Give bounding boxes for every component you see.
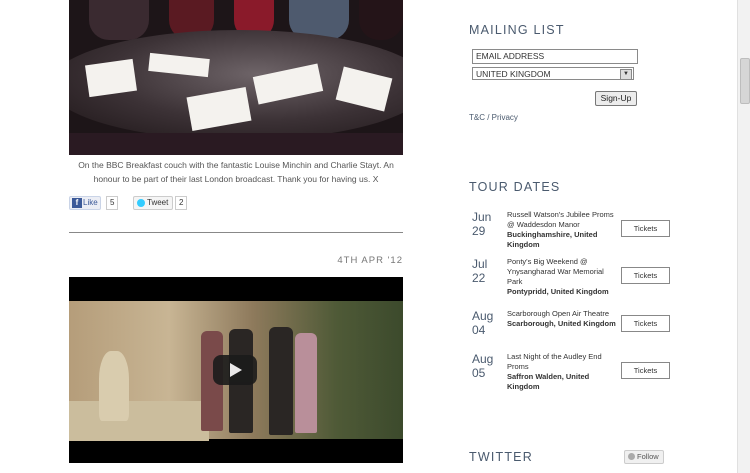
video-play-button[interactable] [213, 355, 257, 385]
page-scrollbar[interactable] [737, 0, 750, 473]
tour-event-name: Russell Watson's Jubilee Proms @ Waddesd… [507, 210, 614, 229]
tickets-button[interactable]: Tickets [621, 267, 670, 284]
tickets-button[interactable]: Tickets [621, 362, 670, 379]
tour-dates-heading: TOUR DATES [469, 180, 561, 194]
twitter-follow-button[interactable]: Follow [624, 450, 664, 464]
tickets-button[interactable]: Tickets [621, 315, 670, 332]
tickets-button[interactable]: Tickets [621, 220, 670, 237]
tour-location: Buckinghamshire, United Kingdom [507, 230, 598, 249]
post-photo-bbc-couch [69, 0, 403, 155]
signup-button[interactable]: Sign-Up [595, 91, 637, 106]
tour-event-info: Scarborough Open Air Theatre Scarborough,… [507, 309, 617, 329]
tour-event-name: Scarborough Open Air Theatre [507, 309, 610, 318]
tour-date: Jul 22 [472, 257, 488, 285]
tour-date: Jun 29 [472, 210, 492, 238]
tour-location: Scarborough, United Kingdom [507, 319, 616, 328]
email-input[interactable]: EMAIL ADDRESS [472, 49, 638, 64]
country-select[interactable]: UNITED KINGDOM ▼ [472, 67, 634, 80]
tour-event-info: Russell Watson's Jubilee Proms @ Waddesd… [507, 210, 617, 250]
tour-event-info: Ponty's Big Weekend @ Ynysangharad War M… [507, 257, 617, 297]
tour-event-name: Last Night of the Audley End Proms [507, 352, 602, 371]
tc-privacy-link[interactable]: T&C / Privacy [469, 113, 518, 122]
tour-location: Saffron Walden, United Kingdom [507, 372, 590, 391]
facebook-like-button[interactable]: f Like [69, 196, 101, 210]
facebook-icon: f [72, 198, 82, 208]
tour-event-name: Ponty's Big Weekend @ Ynysangharad War M… [507, 257, 604, 286]
tweet-button[interactable]: Tweet [133, 196, 173, 210]
twitter-bird-icon [137, 199, 145, 207]
like-count: 5 [106, 196, 119, 210]
scrollbar-thumb[interactable] [740, 58, 750, 104]
post-caption: On the BBC Breakfast couch with the fant… [78, 160, 394, 184]
tour-event-info: Last Night of the Audley End Proms Saffro… [507, 352, 617, 392]
post-divider [69, 232, 403, 233]
video-player[interactable] [69, 277, 403, 463]
tour-date: Aug 04 [472, 309, 494, 337]
tour-date: Aug 05 [472, 352, 494, 380]
twitter-heading: TWITTER [469, 450, 533, 464]
mailing-list-heading: MAILING LIST [469, 23, 565, 37]
tour-location: Pontypridd, United Kingdom [507, 287, 609, 296]
twitter-bird-icon [628, 453, 635, 460]
tweet-count: 2 [175, 196, 188, 210]
dropdown-arrow-icon[interactable]: ▼ [620, 69, 632, 80]
post-date: 4TH APR '12 [337, 255, 403, 266]
